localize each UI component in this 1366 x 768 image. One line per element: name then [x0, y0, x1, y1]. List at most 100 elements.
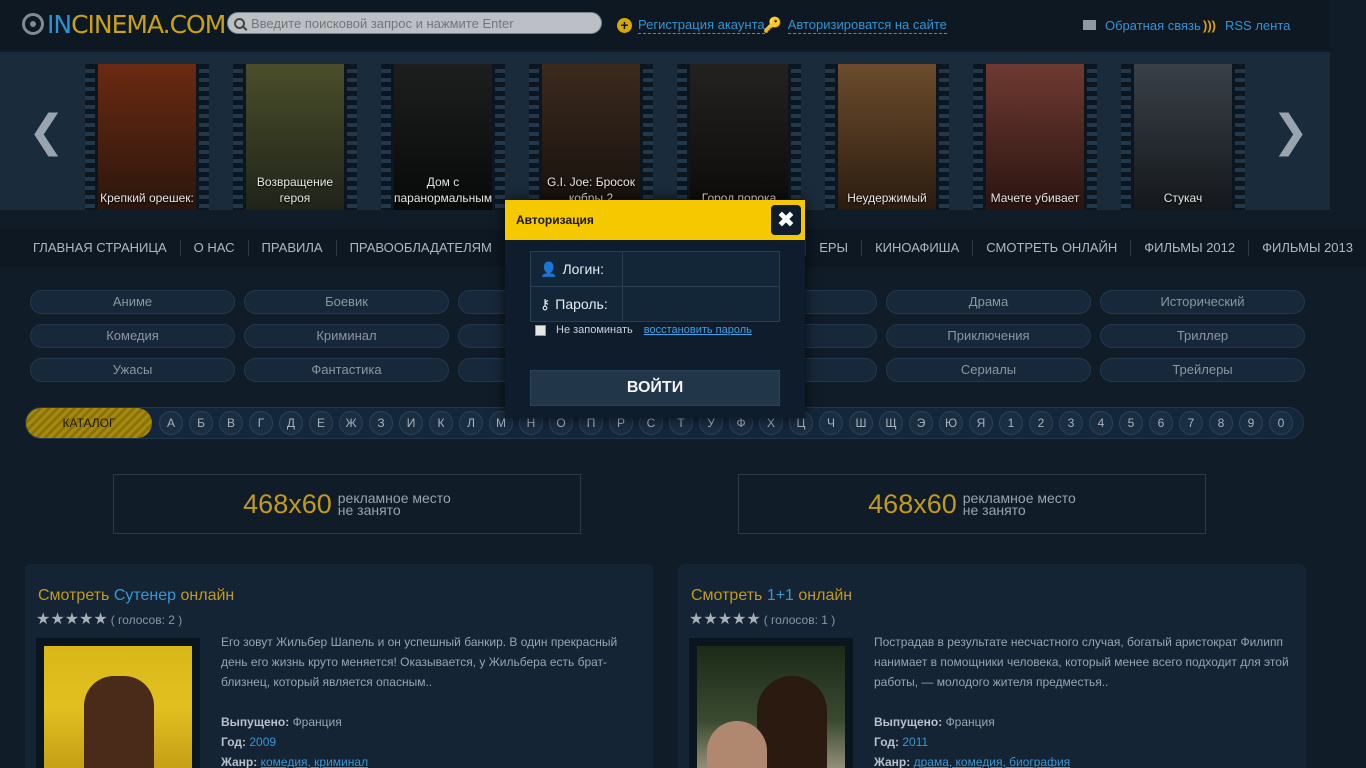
slider-film[interactable]: Город порока: [677, 64, 801, 210]
meta-year-label: Год:: [874, 735, 899, 749]
nav-item[interactable]: ФИЛЬМЫ 2013: [1249, 240, 1366, 256]
catalog-letter[interactable]: Д: [279, 411, 303, 435]
catalog-letter[interactable]: Ю: [939, 411, 963, 435]
genre-button[interactable]: Боевик: [244, 290, 449, 314]
catalog-letter[interactable]: З: [369, 411, 393, 435]
close-button[interactable]: ✖: [771, 205, 801, 235]
genre-button[interactable]: Сериалы: [886, 358, 1091, 382]
genre-button[interactable]: Драма: [886, 290, 1091, 314]
catalog-letter[interactable]: 3: [1059, 411, 1083, 435]
slider-film[interactable]: Крепкий орешек:: [85, 64, 209, 210]
catalog-letter[interactable]: 4: [1089, 411, 1113, 435]
catalog-letter[interactable]: 0: [1269, 411, 1293, 435]
catalog-letter[interactable]: Ч: [819, 411, 843, 435]
genre-button[interactable]: Исторический: [1100, 290, 1305, 314]
catalog-letter[interactable]: 5: [1119, 411, 1143, 435]
genre-links[interactable]: комедия, криминал: [261, 755, 368, 768]
card-title[interactable]: Смотреть Сутенер онлайн: [38, 587, 234, 605]
catalog-letter[interactable]: Ж: [339, 411, 363, 435]
restore-password-link[interactable]: восстановить пароль: [644, 324, 752, 336]
header: INCINEMA.COM + Регистрация акаунта 🔑 Авт…: [0, 0, 1330, 50]
search-icon: [234, 17, 245, 29]
nav-item[interactable]: О НАС: [181, 240, 249, 256]
meta-released-value: Франция: [292, 715, 342, 729]
genre-button[interactable]: Аниме: [30, 290, 235, 314]
catalog-letter[interactable]: 2: [1029, 411, 1053, 435]
register-link[interactable]: + Регистрация акаунта: [617, 15, 765, 35]
catalog-letter[interactable]: 7: [1179, 411, 1203, 435]
genre-links[interactable]: драма, комедия, биография: [914, 755, 1071, 768]
film-caption: Крепкий орешек:: [100, 191, 194, 205]
nav-item[interactable]: ПРАВООБЛАДАТЕЛЯМ: [337, 240, 506, 256]
feedback-link[interactable]: Обратная связь: [1083, 15, 1201, 35]
rss-link[interactable]: ))) RSS лента: [1203, 15, 1290, 35]
logo[interactable]: INCINEMA.COM: [22, 10, 226, 39]
catalog-letter[interactable]: К: [429, 411, 453, 435]
catalog-letter[interactable]: Ш: [849, 411, 873, 435]
login-input[interactable]: [624, 252, 779, 286]
password-input[interactable]: [624, 287, 779, 321]
catalog-letter[interactable]: Е: [309, 411, 333, 435]
card-title[interactable]: Смотреть 1+1 онлайн: [691, 587, 852, 605]
catalog-letter[interactable]: Я: [969, 411, 993, 435]
catalog-letter[interactable]: Щ: [879, 411, 903, 435]
movie-poster[interactable]: [36, 638, 200, 768]
remember-label: Не запоминать: [556, 324, 633, 336]
genre-button[interactable]: Трейлеры: [1100, 358, 1305, 382]
nav-item[interactable]: ЕРЫ: [806, 240, 863, 256]
catalog-letter[interactable]: Г: [249, 411, 273, 435]
catalog-letter[interactable]: 8: [1209, 411, 1233, 435]
login-submit-button[interactable]: ВОЙТИ: [530, 370, 780, 406]
nav-item[interactable]: ФИЛЬМЫ 2012: [1131, 240, 1250, 256]
catalog-letter[interactable]: 6: [1149, 411, 1173, 435]
search-input[interactable]: [251, 15, 591, 31]
slider-film[interactable]: Дом с паранормальным: [381, 64, 505, 210]
remember-checkbox[interactable]: [535, 324, 546, 336]
rating-stars[interactable]: ★★★★★( голосов: 2 ): [36, 609, 182, 629]
genre-button[interactable]: Криминал: [244, 324, 449, 348]
nav-item[interactable]: ГЛАВНАЯ СТРАНИЦА: [20, 240, 181, 256]
genre-button[interactable]: Ужасы: [30, 358, 235, 382]
ad-slot-right[interactable]: 468x60 рекламное место не занято: [738, 474, 1206, 534]
slider-film[interactable]: Возвращение героя: [233, 64, 357, 210]
genre-button[interactable]: Триллер: [1100, 324, 1305, 348]
nav-item[interactable]: КИНОАФИША: [862, 240, 974, 256]
rating-stars[interactable]: ★★★★★( голосов: 1 ): [689, 609, 835, 629]
mail-icon: [1083, 20, 1096, 30]
slider-film[interactable]: Неудержимый: [825, 64, 949, 210]
catalog-letter[interactable]: 9: [1239, 411, 1263, 435]
search-box[interactable]: [227, 12, 602, 34]
catalog-letter[interactable]: Э: [909, 411, 933, 435]
catalog-letter[interactable]: И: [399, 411, 423, 435]
nav-item[interactable]: СМОТРЕТЬ ОНЛАЙН: [973, 240, 1132, 256]
catalog-letter[interactable]: Б: [189, 411, 213, 435]
rss-icon: ))): [1203, 17, 1216, 33]
slider-prev-button[interactable]: ❮: [28, 110, 65, 154]
genre-button[interactable]: Фантастика: [244, 358, 449, 382]
film-poster: Возвращение героя: [246, 64, 344, 210]
star-icons: ★★★★★: [36, 611, 108, 628]
ad-slot-left[interactable]: 468x60 рекламное место не занято: [113, 474, 581, 534]
catalog-letter[interactable]: Л: [459, 411, 483, 435]
movie-poster[interactable]: [689, 638, 853, 768]
slider-film[interactable]: Стукач: [1121, 64, 1245, 210]
slider-next-button[interactable]: ❯: [1272, 110, 1309, 154]
login-label: Логин:: [562, 261, 604, 277]
genre-button[interactable]: Комедия: [30, 324, 235, 348]
slider-film[interactable]: G.I. Joe: Бросок кобры 2: [529, 64, 653, 210]
film-poster: G.I. Joe: Бросок кобры 2: [542, 64, 640, 210]
catalog-letter[interactable]: 1: [999, 411, 1023, 435]
catalog-letter[interactable]: А: [159, 411, 183, 435]
movie-card: Смотреть 1+1 онлайн ★★★★★( голосов: 1 ) …: [678, 564, 1306, 768]
nav-item[interactable]: ПРАВИЛА: [249, 240, 337, 256]
login-link[interactable]: 🔑 Авторизироватся на сайте: [763, 15, 947, 35]
year-link[interactable]: 2011: [902, 735, 928, 749]
year-link[interactable]: 2009: [249, 735, 276, 749]
votes-count: ( голосов: 2 ): [110, 613, 183, 627]
catalog-button[interactable]: КАТАЛОГ: [26, 408, 152, 438]
film-poster: Неудержимый: [838, 64, 936, 210]
catalog-letter[interactable]: В: [219, 411, 243, 435]
star-icons: ★★★★★: [689, 611, 761, 628]
slider-film[interactable]: Мачете убивает: [973, 64, 1097, 210]
genre-button[interactable]: Приключения: [886, 324, 1091, 348]
